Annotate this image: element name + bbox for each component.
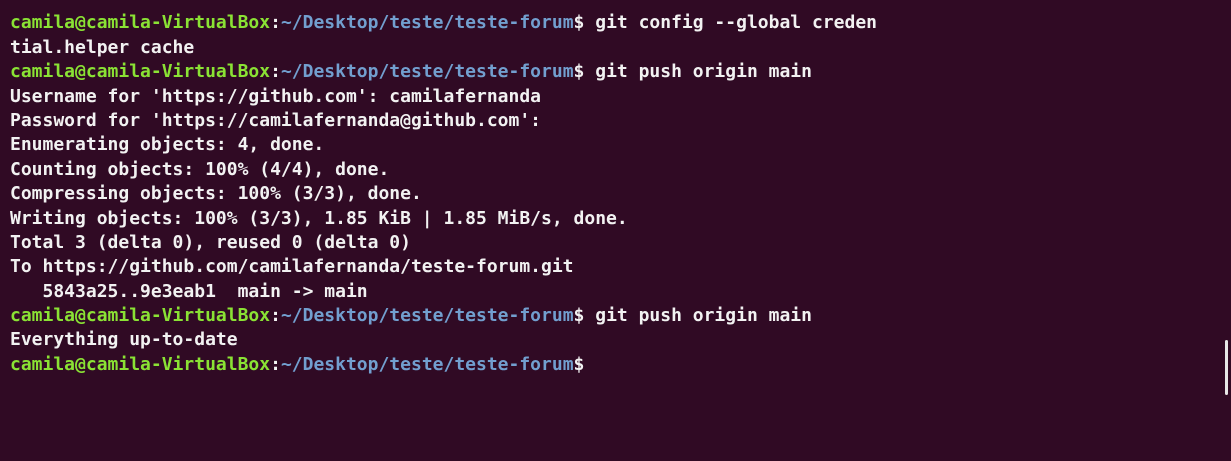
scrollbar[interactable] xyxy=(1225,340,1228,395)
prompt-line: camila@camila-VirtualBox:~/Desktop/teste… xyxy=(10,11,1201,35)
output-line: Compressing objects: 100% (3/3), done. xyxy=(10,183,422,205)
prompt-dollar: $ xyxy=(573,61,585,83)
prompt-user-host: camila@camila-VirtualBox xyxy=(10,12,271,34)
output-line: To https://github.com/camilafernanda/tes… xyxy=(10,256,574,278)
prompt-path: ~/Desktop/teste/teste-forum xyxy=(280,12,574,34)
output-line: 5843a25..9e3eab1 main -> main xyxy=(10,280,368,302)
prompt-user-host: camila@camila-VirtualBox xyxy=(10,61,271,83)
output-line: tial.helper cache xyxy=(10,36,195,58)
prompt-dollar: $ xyxy=(573,305,585,327)
prompt-path: ~/Desktop/teste/teste-forum xyxy=(280,353,574,375)
command-text: git push origin main xyxy=(584,305,812,327)
prompt-dollar: $ xyxy=(573,353,585,375)
prompt-line: camila@camila-VirtualBox:~/Desktop/teste… xyxy=(10,304,1201,328)
terminal-window[interactable]: camila@camila-VirtualBox:~/Desktop/teste… xyxy=(0,0,1231,461)
command-text: git push origin main xyxy=(584,61,812,83)
prompt-path: ~/Desktop/teste/teste-forum xyxy=(280,61,574,83)
prompt-colon: : xyxy=(270,305,281,327)
command-text: git config --global creden xyxy=(584,12,877,34)
output-line: Enumerating objects: 4, done. xyxy=(10,134,325,156)
prompt-user-host: camila@camila-VirtualBox xyxy=(10,353,271,375)
output-line: Everything up-to-date xyxy=(10,329,238,351)
prompt-user-host: camila@camila-VirtualBox xyxy=(10,305,271,327)
prompt-colon: : xyxy=(270,353,281,375)
prompt-line: camila@camila-VirtualBox:~/Desktop/teste… xyxy=(10,60,1201,84)
prompt-path: ~/Desktop/teste/teste-forum xyxy=(280,305,574,327)
prompt-colon: : xyxy=(270,61,281,83)
prompt-colon: : xyxy=(270,12,281,34)
output-line: Writing objects: 100% (3/3), 1.85 KiB | … xyxy=(10,207,628,229)
prompt-line: camila@camila-VirtualBox:~/Desktop/teste… xyxy=(10,353,1201,377)
output-line: Password for 'https://camilafernanda@git… xyxy=(10,109,542,131)
output-line: Username for 'https://github.com': camil… xyxy=(10,85,542,107)
partial-line xyxy=(10,0,1201,11)
prompt-dollar: $ xyxy=(573,12,585,34)
output-line: Total 3 (delta 0), reused 0 (delta 0) xyxy=(10,231,411,253)
output-line: Counting objects: 100% (4/4), done. xyxy=(10,158,390,180)
terminal-output: camila@camila-VirtualBox:~/Desktop/teste… xyxy=(10,0,1201,377)
